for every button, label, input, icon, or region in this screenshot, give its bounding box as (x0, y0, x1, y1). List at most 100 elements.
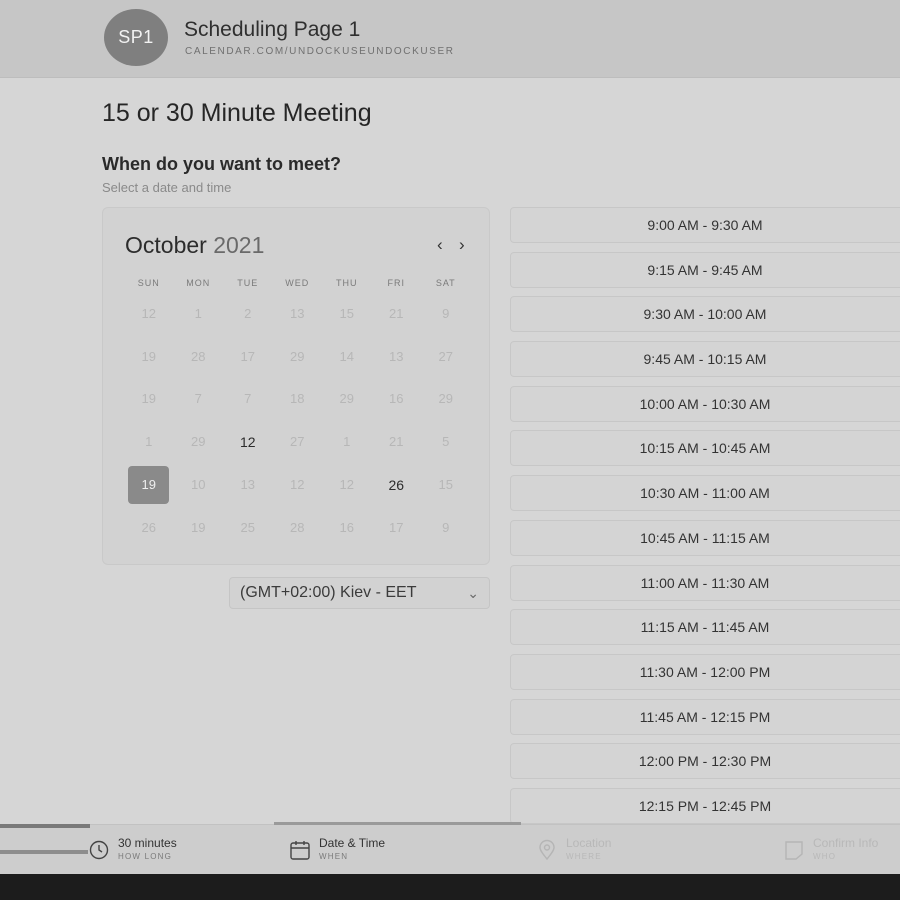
calendar-day: 15 (421, 463, 471, 506)
calendar-day: 9 (421, 506, 471, 549)
step-date-time[interactable]: Date & Time WHEN (289, 836, 385, 861)
time-slot-button[interactable]: 11:15 AM - 11:45 AM (510, 609, 900, 646)
calendar-day-number: 28 (290, 519, 305, 535)
time-slot-button[interactable]: 10:00 AM - 10:30 AM (510, 385, 900, 422)
calendar-day-number: 17 (240, 348, 255, 364)
time-slot-button[interactable]: 9:45 AM - 10:15 AM (510, 341, 900, 378)
calendar-day: 10 (174, 463, 224, 506)
time-slot-button[interactable]: 9:00 AM - 9:30 AM (510, 207, 900, 243)
weekday-header-row: SUN MON TUE WED THU FRI SAT (124, 278, 471, 288)
step-label: Date & Time (319, 836, 386, 850)
calendar-day: 18 (273, 378, 323, 421)
calendar-day-number: 9 (442, 519, 450, 535)
confirm-icon (785, 841, 803, 860)
calendar-day[interactable]: 12 (223, 420, 273, 463)
calendar-day: 5 (421, 420, 471, 463)
weekday-label: THU (336, 278, 358, 288)
calendar-day-number: 25 (240, 519, 255, 535)
step-label: 30 minutes (118, 836, 177, 850)
calendar-day: 16 (322, 506, 372, 549)
weekday-label: WED (285, 278, 310, 288)
calendar-month-title: October 2021 (125, 232, 264, 259)
time-slot-button[interactable]: 10:45 AM - 11:15 AM (510, 519, 900, 556)
avatar: SP1 (104, 9, 168, 66)
calendar-day-number: 27 (290, 434, 305, 450)
calendar-day-number: 5 (442, 434, 450, 450)
timezone-select[interactable]: (GMT+02:00) Kiev - EET ⌄ (229, 577, 490, 609)
calendar-day: 9 (421, 292, 471, 335)
calendar-day-number: 7 (244, 391, 252, 407)
calendar-day-number: 26 (141, 519, 156, 535)
step-sublabel: HOW LONG (118, 852, 173, 861)
time-slot-button[interactable]: 11:00 AM - 11:30 AM (510, 564, 900, 601)
prev-month-icon[interactable]: ‹ (437, 235, 443, 255)
calendar-day-number: 29 (191, 434, 206, 450)
step-duration[interactable]: 30 minutes HOW LONG (88, 836, 177, 861)
calendar-day-number: 13 (389, 348, 404, 364)
step-sublabel: WHERE (566, 852, 602, 861)
calendar-day: 1 (124, 420, 174, 463)
calendar-day-number: 12 (339, 477, 354, 493)
page-url[interactable]: CALENDAR.COM/UNDOCKUSEUNDOCKUSER (185, 46, 455, 57)
timezone-value: (GMT+02:00) Kiev - EET (240, 584, 417, 601)
calendar-day: 21 (372, 292, 422, 335)
calendar-day: 1 (322, 420, 372, 463)
calendar-day: 12 (273, 463, 323, 506)
calendar-day: 12 (124, 292, 174, 335)
calendar-day-number: 12 (290, 477, 305, 493)
calendar-day-number: 1 (343, 434, 351, 450)
calendar-icon (290, 841, 310, 860)
calendar-day[interactable]: 26 (372, 463, 422, 506)
page-title: Scheduling Page 1 (184, 18, 361, 41)
calendar-day: 29 (273, 335, 323, 378)
calendar-day-number: 18 (290, 391, 305, 407)
next-month-icon[interactable]: › (459, 235, 465, 255)
calendar-day-number: 13 (290, 305, 305, 321)
time-slot-button[interactable]: 12:15 PM - 12:45 PM (510, 787, 900, 824)
time-slot-button[interactable]: 10:30 AM - 11:00 AM (510, 475, 900, 512)
calendar-day: 29 (421, 378, 471, 421)
weekday-label: TUE (237, 278, 259, 288)
weekday-label: MON (186, 278, 211, 288)
step-progress-line (0, 850, 88, 854)
meeting-title: 15 or 30 Minute Meeting (102, 99, 372, 127)
calendar-day-number: 14 (339, 348, 354, 364)
time-slot-button[interactable]: 12:00 PM - 12:30 PM (510, 743, 900, 780)
calendar-day-selected[interactable]: 19 (124, 463, 174, 506)
calendar-card: October 2021 ‹ › SUN MON TUE WED THU FRI SAT 1… (102, 207, 490, 565)
calendar-day-number: 12 (141, 305, 156, 321)
calendar-day-number: 19 (141, 391, 156, 407)
calendar-day-number: 27 (438, 348, 453, 364)
calendar-day: 29 (174, 420, 224, 463)
calendar-day-number: 12 (239, 433, 256, 450)
location-pin-icon (539, 839, 555, 861)
bottom-strip (0, 874, 900, 900)
calendar-day-number: 19 (191, 519, 206, 535)
meeting-prompt: When do you want to meet? (102, 154, 341, 174)
calendar-day: 29 (322, 378, 372, 421)
step-location[interactable]: Location WHERE (536, 836, 611, 861)
calendar-day-number: 17 (389, 519, 404, 535)
calendar-day: 14 (322, 335, 372, 378)
calendar-day-number: 29 (290, 348, 305, 364)
calendar-day-number: 13 (240, 477, 255, 493)
time-slot-button[interactable]: 10:15 AM - 10:45 AM (510, 430, 900, 467)
time-slot-button[interactable]: 9:30 AM - 10:00 AM (510, 296, 900, 333)
step-progress-bar (0, 824, 90, 828)
time-slot-button[interactable]: 9:15 AM - 9:45 AM (510, 251, 900, 288)
calendar-day: 1 (174, 292, 224, 335)
calendar-day: 16 (372, 378, 422, 421)
time-slot-button[interactable]: 11:45 AM - 12:15 PM (510, 698, 900, 735)
calendar-month: October (125, 232, 207, 258)
time-slot-button[interactable]: 11:30 AM - 12:00 PM (510, 653, 900, 690)
calendar-day-number: 16 (339, 519, 354, 535)
calendar-day: 2 (223, 292, 273, 335)
meeting-subprompt: Select a date and time (102, 180, 232, 195)
step-confirm[interactable]: Confirm Info WHO (783, 836, 878, 861)
calendar-day: 15 (322, 292, 372, 335)
active-step-indicator (274, 822, 521, 825)
calendar-day: 21 (372, 420, 422, 463)
calendar-day: 13 (372, 335, 422, 378)
calendar-day: 19 (124, 378, 174, 421)
calendar-day: 13 (223, 463, 273, 506)
